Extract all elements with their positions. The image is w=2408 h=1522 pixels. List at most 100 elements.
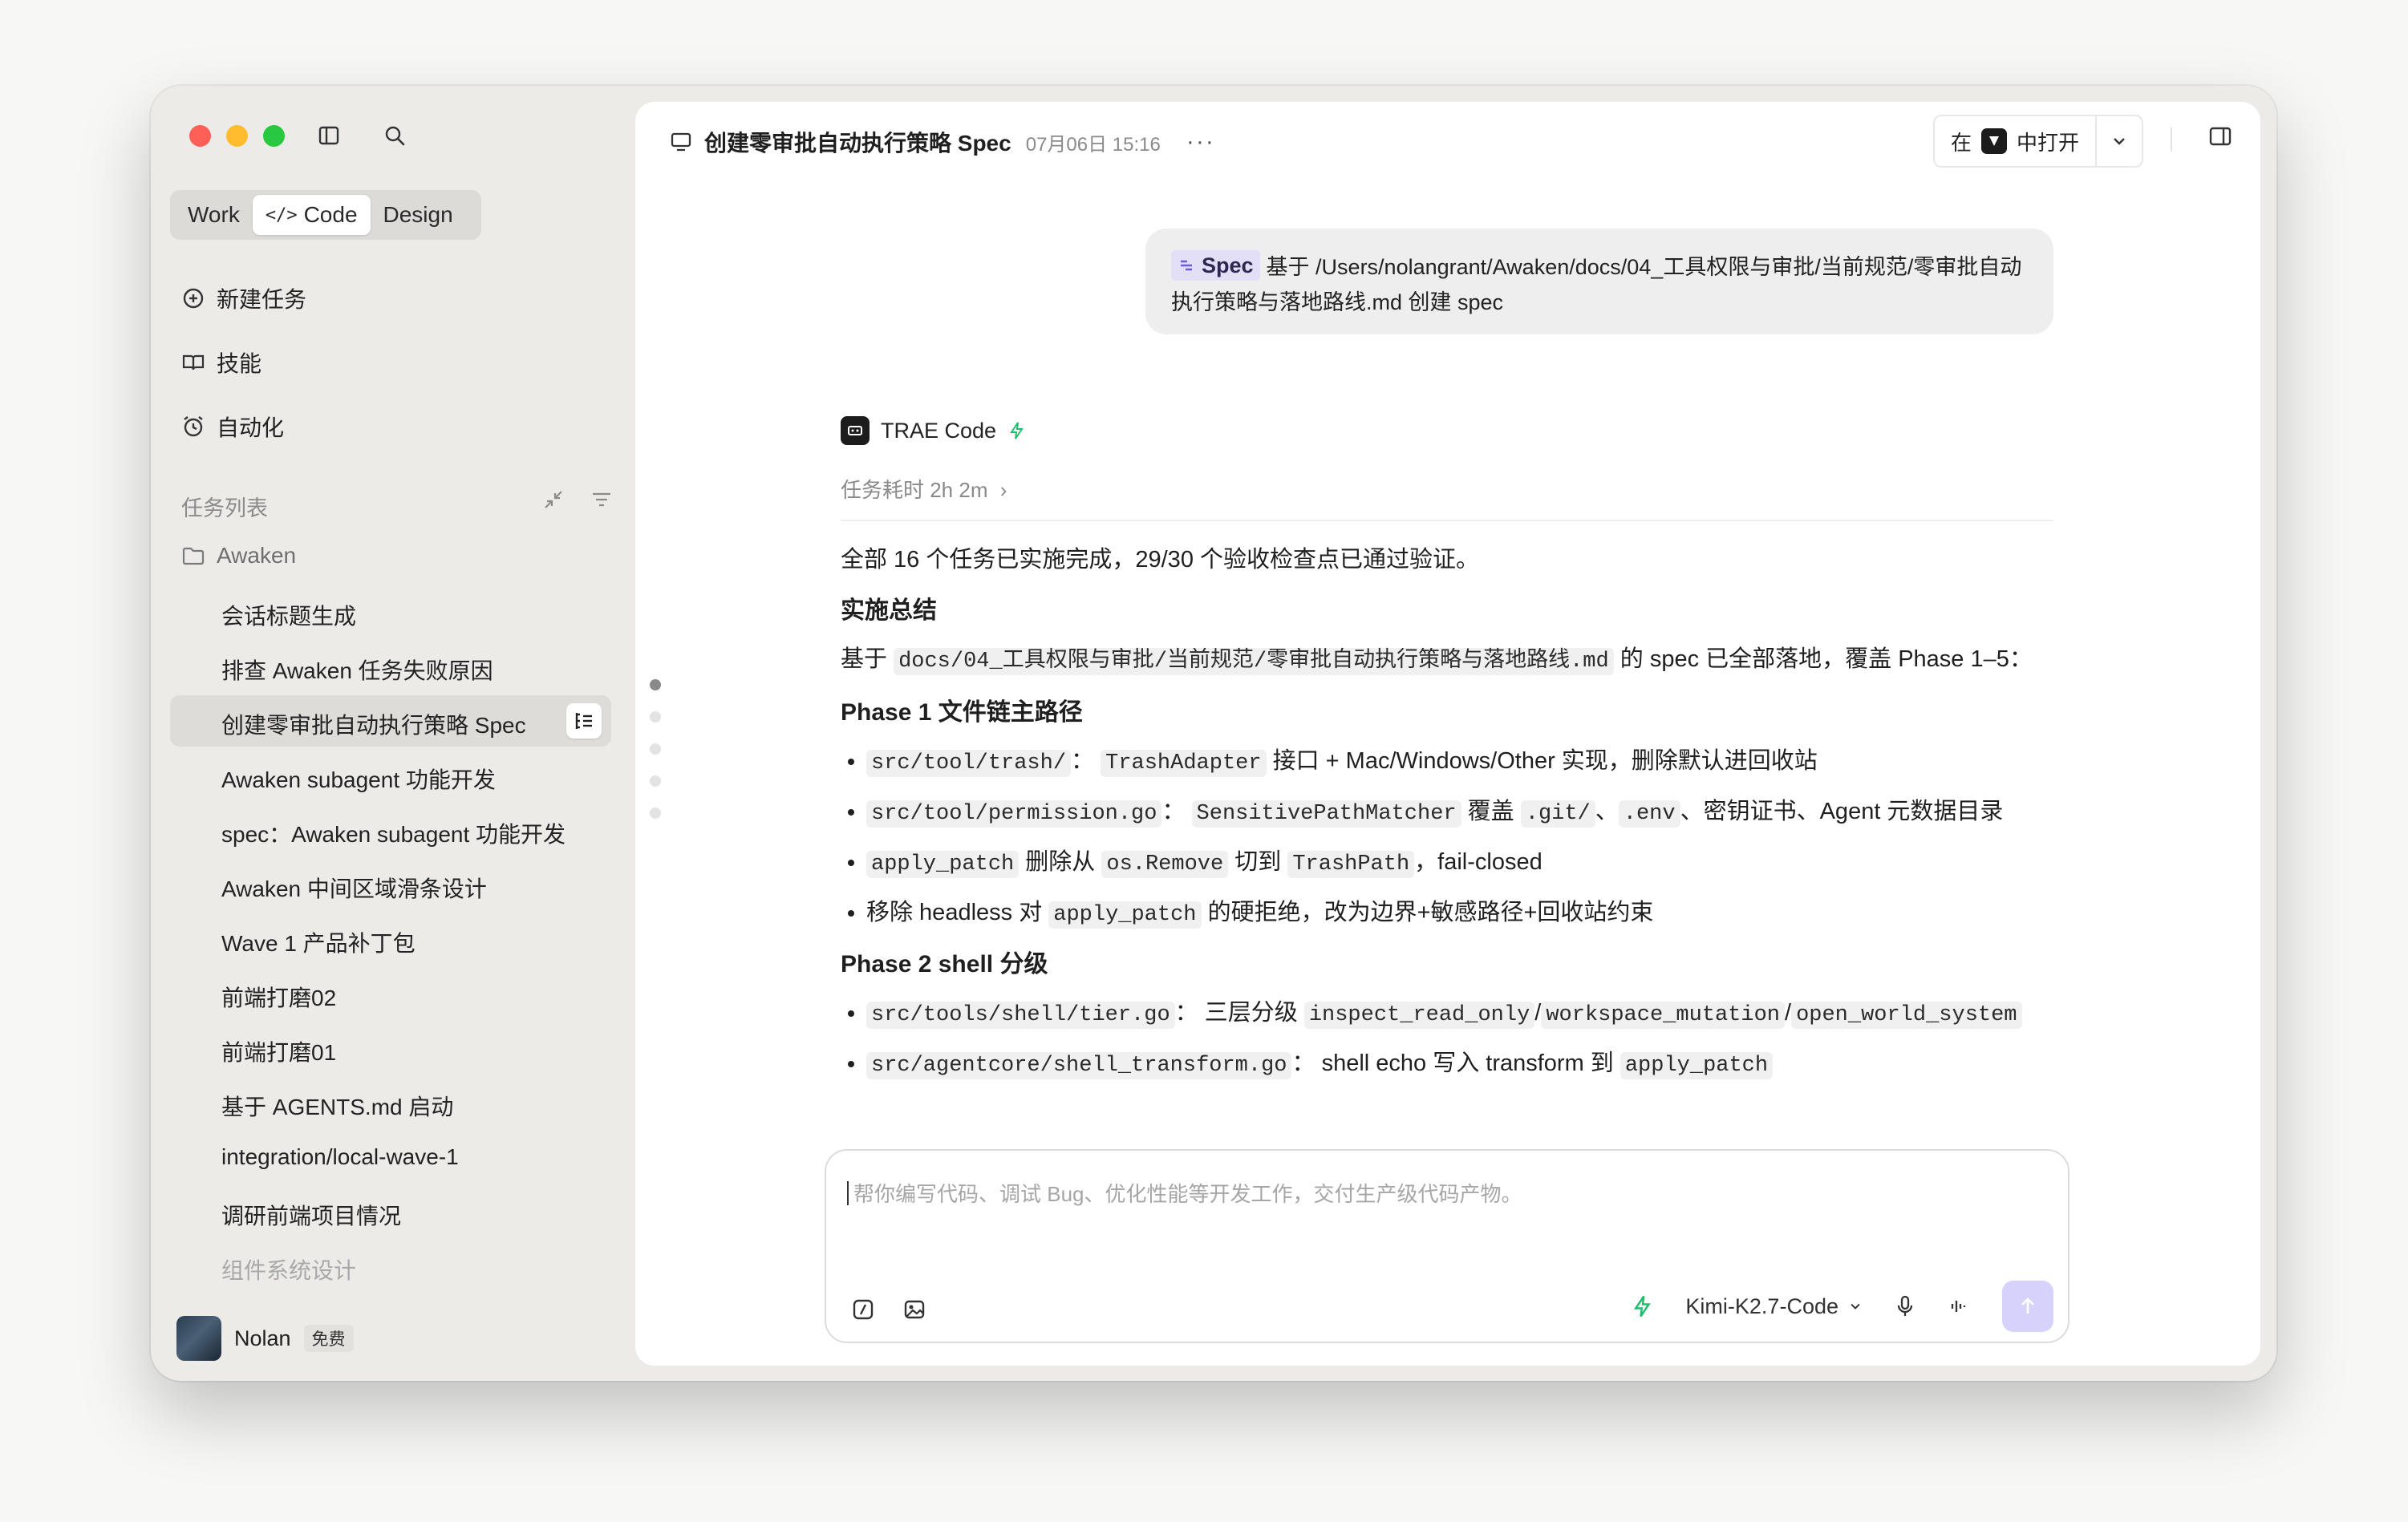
composer-tools-right: Kimi-K2.7-Code	[1631, 1281, 2053, 1332]
sidebar: Work </> Code Design 新建任务 技能 自动化 任务列表 Aw…	[151, 86, 624, 1381]
right-panel-toggle-icon[interactable]	[2207, 123, 2233, 153]
divider	[2171, 128, 2172, 152]
task-item-selected[interactable]: 创建零审批自动执行策略 Spec	[221, 708, 526, 740]
user-message: Spec 基于 /Users/nolangrant/Awaken/docs/04…	[1145, 229, 2053, 334]
bolt-icon[interactable]	[1631, 1294, 1655, 1318]
nav-label: 自动化	[217, 415, 285, 440]
composer[interactable]: 帮你编写代码、调试 Bug、优化性能等开发工作，交付生产级代码产物。 Kimi-…	[825, 1149, 2070, 1343]
scroll-dot[interactable]	[650, 679, 661, 690]
text: 、密钥证书、Agent 元数据目录	[1680, 799, 2004, 824]
open-in-button[interactable]: 在 中打开	[1932, 115, 2143, 168]
inline-code: .git/	[1520, 800, 1595, 828]
list-item: src/tools/shell/tier.go： 三层分级 inspect_re…	[866, 995, 2053, 1033]
nav-skills[interactable]: 技能	[181, 346, 261, 378]
arrow-up-icon	[2021, 1297, 2034, 1314]
section-heading: Phase 1 文件链主路径	[841, 699, 1083, 726]
app-window: Work </> Code Design 新建任务 技能 自动化 任务列表 Aw…	[151, 86, 2276, 1381]
task-list-tools	[542, 488, 613, 511]
send-button[interactable]	[2002, 1281, 2053, 1332]
section-heading: 实施总结	[841, 597, 937, 624]
inline-code: SensitivePathMatcher	[1191, 800, 1461, 828]
page-title: 创建零审批自动执行策略 Spec	[704, 131, 1011, 156]
mode-tab-work[interactable]: Work	[175, 195, 253, 235]
text: ：	[1174, 1000, 1198, 1026]
text: shell echo 写入 transform 到	[1321, 1050, 1614, 1076]
task-item[interactable]: 组件系统设计	[221, 1253, 356, 1285]
task-list-title: 任务列表	[181, 496, 268, 520]
inline-code: .env	[1618, 800, 1680, 828]
task-item[interactable]: Awaken 中间区域滑条设计	[221, 872, 487, 904]
task-item[interactable]: 调研前端项目情况	[221, 1199, 401, 1231]
robot-icon	[841, 416, 870, 445]
text: ：	[1161, 799, 1186, 824]
mode-tab-label: Design	[383, 202, 453, 227]
spec-tag: Spec	[1171, 250, 1260, 281]
inline-code: workspace_mutation	[1541, 1002, 1785, 1029]
reply-content: 全部 16 个任务已实施完成，29/30 个验收检查点已通过验证。 实施总结 基…	[841, 542, 2053, 1083]
mode-tab-design[interactable]: Design	[371, 195, 466, 235]
inline-code: apply_patch	[1620, 1052, 1774, 1079]
text: 的硬拒绝，改为边界+敏感路径+回收站约束	[1207, 900, 1654, 925]
task-item[interactable]: 排查 Awaken 任务失败原因	[221, 654, 493, 686]
text: 、	[1595, 799, 1619, 824]
task-item[interactable]: Wave 1 产品补丁包	[221, 926, 416, 958]
scroll-dot[interactable]	[650, 743, 661, 755]
text: ：	[1291, 1050, 1315, 1076]
assistant-reply: TRAE Code 任务耗时 2h 2m › 全部 16 个任务已实施完成，29…	[841, 415, 2068, 1098]
search-icon[interactable]	[379, 119, 411, 152]
close-window-button[interactable]	[189, 125, 211, 147]
task-item[interactable]: spec：Awaken subagent 功能开发	[221, 817, 566, 849]
microphone-icon[interactable]	[1893, 1294, 1917, 1318]
voice-waveform-icon[interactable]	[1948, 1294, 1972, 1318]
summary-text: 全部 16 个任务已实施完成，29/30 个验收检查点已通过验证。	[841, 547, 1480, 573]
phase2-list: src/tools/shell/tier.go： 三层分级 inspect_re…	[841, 995, 2053, 1083]
text: ：	[1071, 748, 1095, 774]
inline-code: apply_patch	[1048, 901, 1202, 929]
folder-awaken[interactable]: Awaken	[181, 543, 296, 569]
text: 的 spec 已全部落地，覆盖 Phase 1–5：	[1620, 646, 2033, 672]
spec-icon	[1181, 260, 1192, 271]
task-item[interactable]: Awaken subagent 功能开发	[221, 763, 496, 795]
outline-button[interactable]	[566, 703, 602, 739]
task-item[interactable]: integration/local-wave-1	[221, 1144, 459, 1170]
sidebar-toggle-icon[interactable]	[313, 119, 345, 152]
mode-tab-code[interactable]: </> Code	[252, 195, 371, 235]
inline-code: src/tools/shell/tier.go	[866, 1002, 1175, 1029]
scroll-dot[interactable]	[650, 711, 661, 723]
task-item[interactable]: 会话标题生成	[221, 599, 356, 631]
inline-code: TrashAdapter	[1101, 750, 1267, 777]
minimize-window-button[interactable]	[226, 125, 248, 147]
code-icon: </>	[265, 204, 298, 225]
text: 删除从	[1025, 849, 1096, 875]
mode-tab-label: Code	[303, 202, 358, 227]
task-item[interactable]: 前端打磨01	[221, 1035, 336, 1067]
nav-automation[interactable]: 自动化	[181, 411, 284, 443]
scroll-dot[interactable]	[650, 775, 661, 787]
chevron-down-icon[interactable]	[2095, 116, 2142, 166]
text: /	[1785, 1000, 1792, 1026]
inline-code: apply_patch	[866, 851, 1020, 878]
task-item[interactable]: 前端打磨02	[221, 981, 336, 1013]
folder-label: Awaken	[217, 543, 297, 568]
more-menu-button[interactable]: ···	[1186, 128, 1215, 156]
slash-command-icon[interactable]	[850, 1297, 876, 1322]
task-item[interactable]: 基于 AGENTS.md 启动	[221, 1090, 453, 1122]
nav-new-task[interactable]: 新建任务	[181, 282, 306, 314]
model-selector[interactable]: Kimi-K2.7-Code	[1685, 1294, 1863, 1319]
text: ，fail-closed	[1414, 849, 1542, 875]
chevron-right-icon: ›	[999, 478, 1007, 502]
image-attach-icon[interactable]	[902, 1297, 927, 1322]
list-item: src/tool/permission.go： SensitivePathMat…	[866, 794, 2053, 832]
outline-icon	[575, 713, 592, 729]
collapse-icon[interactable]	[542, 488, 565, 511]
open-in-main[interactable]: 在 中打开	[1935, 116, 2095, 166]
user-profile[interactable]: Nolan 免费	[176, 1316, 354, 1361]
text: 三层分级	[1204, 1000, 1298, 1026]
scroll-dot[interactable]	[650, 808, 661, 819]
text: 切到	[1234, 849, 1282, 875]
task-duration[interactable]: 任务耗时 2h 2m ›	[841, 474, 2053, 521]
filter-icon[interactable]	[590, 488, 613, 511]
maximize-window-button[interactable]	[263, 125, 285, 147]
prompt-input[interactable]: 帮你编写代码、调试 Bug、优化性能等开发工作，交付生产级代码产物。	[847, 1178, 1522, 1208]
list-item: src/tool/trash/： TrashAdapter 接口 + Mac/W…	[866, 743, 2053, 781]
